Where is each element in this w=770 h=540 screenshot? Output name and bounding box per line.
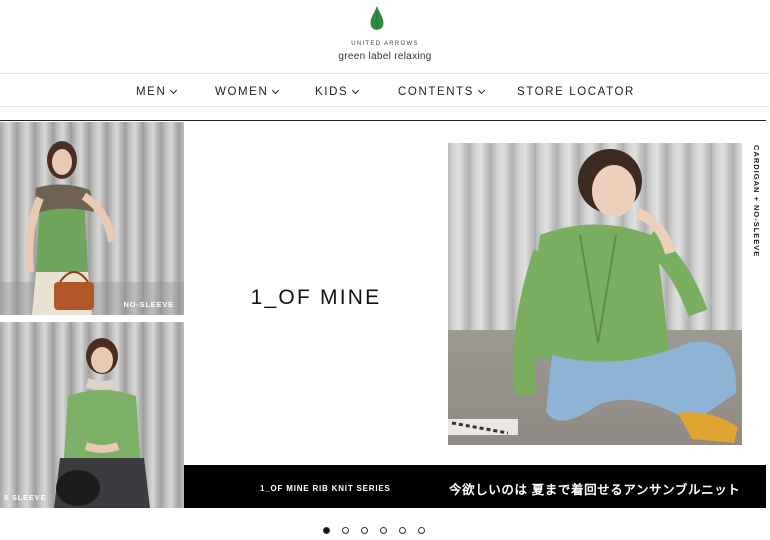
model-figure <box>54 338 150 508</box>
carousel-pagination <box>323 527 425 534</box>
hero-divider <box>0 120 766 121</box>
nav-item-women[interactable]: WOMEN <box>215 86 280 98</box>
logo-wordmark[interactable]: green label relaxing <box>0 51 770 62</box>
main-nav: MEN WOMEN KIDS CONTENTS STORE LOCATOR <box>0 74 770 107</box>
photo-label-no-sleeve: NO-SLEEVE <box>123 300 174 309</box>
carousel-dot[interactable] <box>342 527 349 534</box>
carousel-dot[interactable] <box>418 527 425 534</box>
chevron-down-icon <box>352 86 360 94</box>
nav-item-kids[interactable]: KIDS <box>315 86 360 98</box>
nav-label: MEN <box>136 86 167 98</box>
hero-photo-5-sleeve[interactable]: 5 SLEEVE <box>0 322 184 508</box>
carousel-dot[interactable] <box>380 527 387 534</box>
nav-item-contents[interactable]: CONTENTS <box>398 86 486 98</box>
site-header: UNITED ARROWS green label relaxing <box>0 0 770 74</box>
hero-title[interactable]: 1_OF MINE <box>184 286 448 310</box>
logo-subtitle[interactable]: UNITED ARROWS <box>0 41 770 47</box>
carousel-dot[interactable] <box>361 527 368 534</box>
hero-photo-cardigan[interactable] <box>448 143 742 445</box>
caption-series: 1_OF MINE RIB KNIT SERIES <box>260 484 391 493</box>
chevron-down-icon <box>272 86 280 94</box>
nav-item-store-locator[interactable]: STORE LOCATOR <box>517 86 635 98</box>
nav-label: CONTENTS <box>398 86 475 98</box>
carousel-dot[interactable] <box>323 527 330 534</box>
hero-photo-no-sleeve[interactable]: NO-SLEEVE <box>0 122 184 315</box>
carousel-dot[interactable] <box>399 527 406 534</box>
chevron-down-icon <box>170 86 178 94</box>
photo-label-5-sleeve: 5 SLEEVE <box>4 493 47 502</box>
vertical-label-cardigan: CARDIGAN + NO-SLEEVE <box>752 145 761 258</box>
nav-label: KIDS <box>315 86 349 98</box>
chevron-down-icon <box>478 86 486 94</box>
model-figure <box>448 149 738 443</box>
hero-caption-bar[interactable]: 1_OF MINE RIB KNIT SERIES 今欲しいのは 夏まで着回せる… <box>184 465 766 508</box>
leaf-drop-icon[interactable] <box>369 6 385 32</box>
nav-item-men[interactable]: MEN <box>136 86 178 98</box>
caption-headline: 今欲しいのは 夏まで着回せるアンサンブルニット <box>449 483 741 497</box>
nav-label: WOMEN <box>215 86 269 98</box>
nav-label: STORE LOCATOR <box>517 86 635 98</box>
model-figure <box>0 141 184 315</box>
